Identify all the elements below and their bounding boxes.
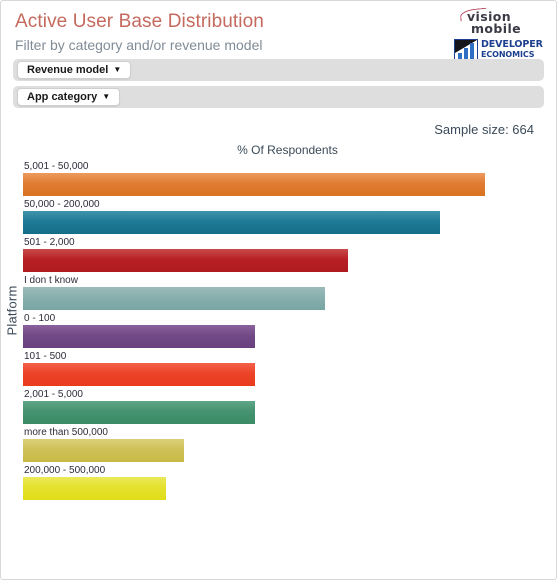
bar[interactable] — [23, 325, 256, 348]
sample-size-text: Sample size: 664 — [434, 122, 534, 137]
header: Active User Base Distribution Filter by … — [1, 1, 556, 62]
plot-area: 5,001 - 50,000 50,000 - 200,000 501 - 2,00… — [23, 161, 519, 543]
filter-app-category-button[interactable]: App category ▼ — [17, 88, 121, 106]
chart: % Of Respondents Platform 5,001 - 50,000… — [1, 143, 556, 543]
bar[interactable] — [23, 211, 440, 234]
filter-row-revenue-model: Revenue model ▼ — [13, 59, 544, 81]
bar[interactable] — [23, 401, 256, 424]
chart-title: % Of Respondents — [237, 143, 338, 157]
widget-container: Active User Base Distribution Filter by … — [0, 0, 557, 580]
filter-revenue-model-label: Revenue model — [27, 64, 109, 76]
chart-bar-2 — [464, 47, 468, 59]
logo-block: vision mobile DEVELOPER ECONOMICS — [454, 7, 543, 62]
bar[interactable] — [23, 173, 486, 196]
bar-label: 501 - 2,000 — [24, 237, 75, 248]
bar-label: 200,000 - 500,000 — [24, 465, 106, 476]
bar-label: more than 500,000 — [24, 427, 108, 438]
bar-label: I don t know — [24, 275, 78, 286]
bar-group: 101 - 500 — [23, 351, 519, 389]
filter-app-category-label: App category — [27, 91, 98, 103]
y-axis-label: Platform — [4, 285, 20, 336]
bar[interactable] — [23, 287, 325, 310]
bar-label: 2,001 - 5,000 — [24, 389, 83, 400]
chevron-down-icon: ▼ — [102, 92, 111, 101]
developer-economics-wordmark: DEVELOPER ECONOMICS — [481, 40, 543, 60]
bar-group: I don t know — [23, 275, 519, 313]
bar-label: 5,001 - 50,000 — [24, 161, 89, 172]
chevron-down-icon: ▼ — [113, 65, 122, 74]
chart-bar-1 — [458, 52, 462, 59]
bar[interactable] — [23, 249, 349, 272]
bar-group: 5,001 - 50,000 — [23, 161, 519, 199]
filter-row-app-category: App category ▼ — [13, 86, 544, 108]
bar[interactable] — [23, 439, 184, 462]
bar-group: 0 - 100 — [23, 313, 519, 351]
bar[interactable] — [23, 477, 166, 500]
bar-label: 0 - 100 — [24, 313, 56, 324]
bar-group: more than 500,000 — [23, 427, 519, 465]
developer-economics-line1: DEVELOPER — [481, 39, 543, 50]
visionmobile-logo-line2: mobile — [471, 21, 522, 36]
filter-revenue-model-button[interactable]: Revenue model ▼ — [17, 61, 132, 79]
bar-label: 101 - 500 — [24, 351, 67, 362]
visionmobile-logo: vision mobile — [454, 7, 542, 36]
bar-label: 50,000 - 200,000 — [24, 199, 100, 210]
bar-group: 2,001 - 5,000 — [23, 389, 519, 427]
bar-group: 501 - 2,000 — [23, 237, 519, 275]
bar-group: 200,000 - 500,000 — [23, 465, 519, 503]
bar[interactable] — [23, 363, 256, 386]
bar-group: 50,000 - 200,000 — [23, 199, 519, 237]
chart-bar-3 — [470, 42, 474, 59]
